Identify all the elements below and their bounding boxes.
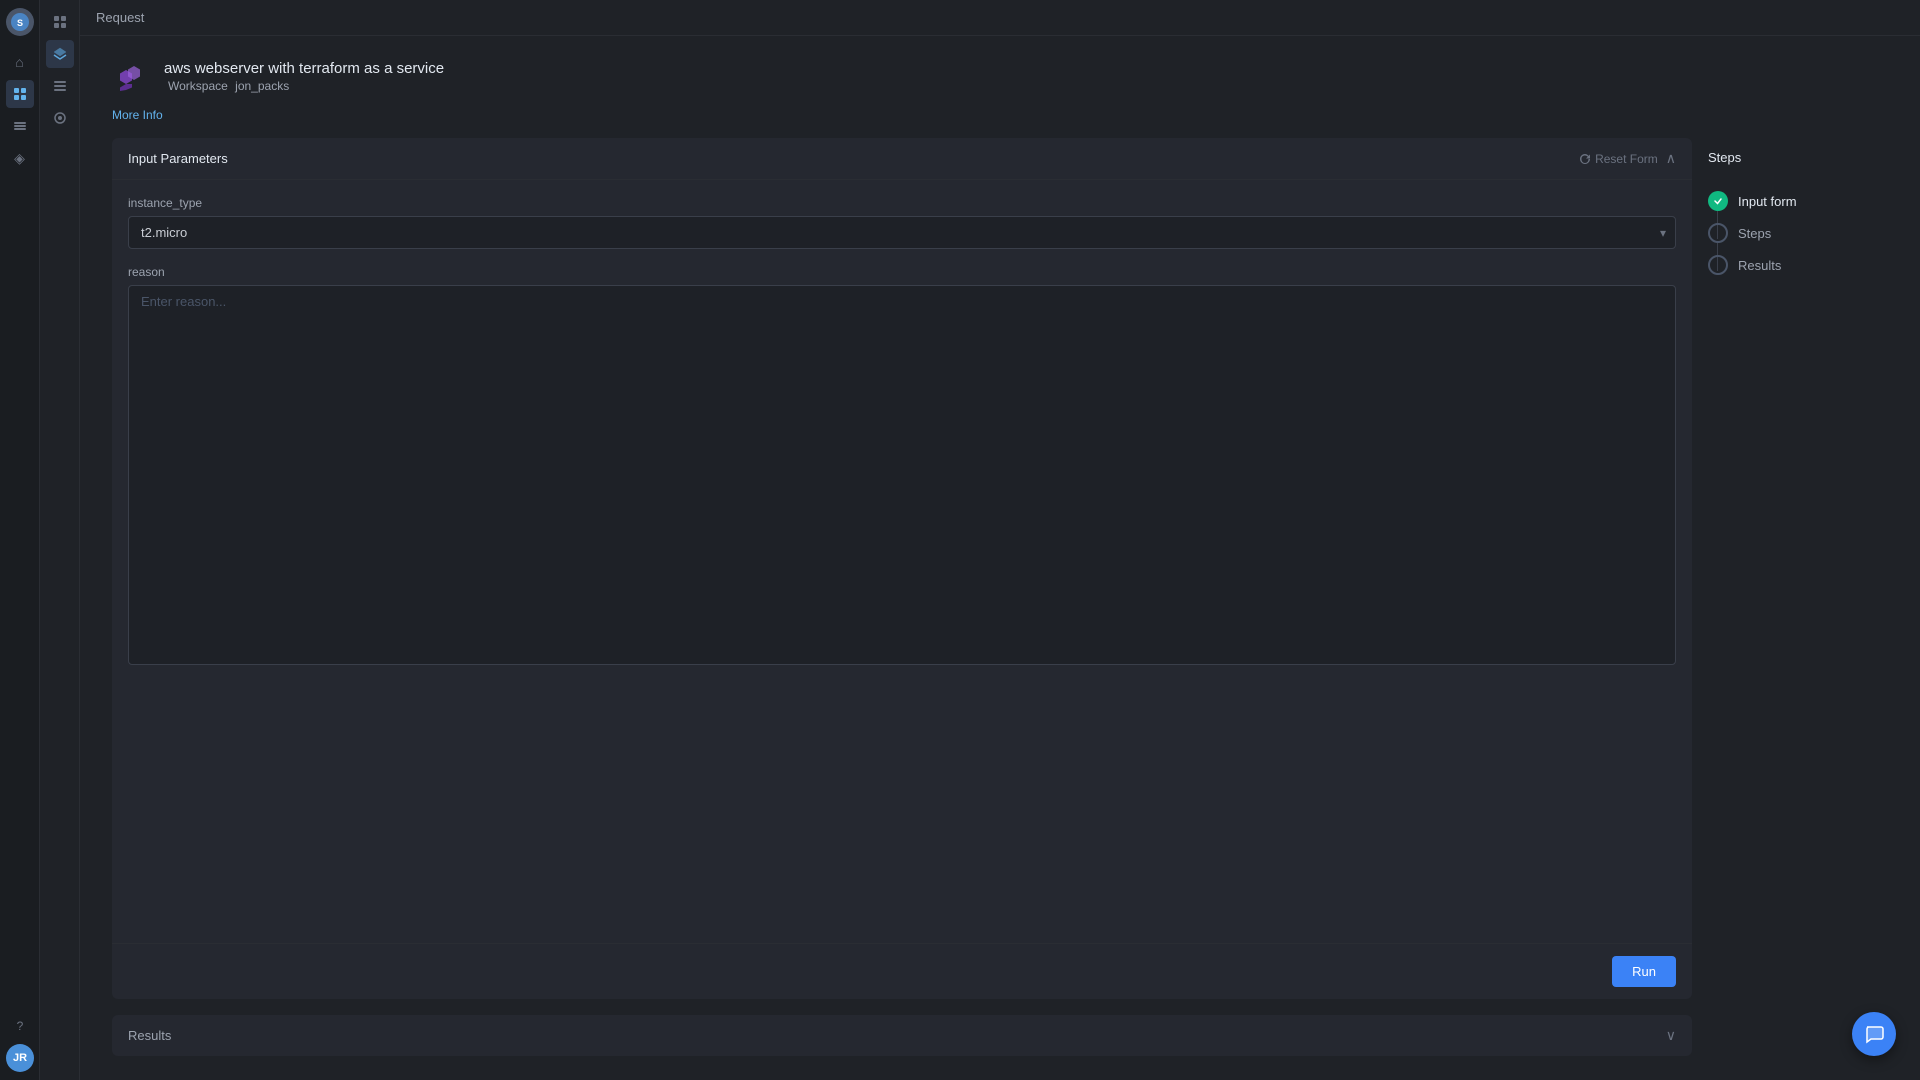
checkmark-icon — [1713, 196, 1723, 206]
results-chevron-icon: ∨ — [1666, 1027, 1676, 1044]
nav-bookmark-icon[interactable]: ◈ — [6, 144, 34, 172]
reason-label: reason — [128, 265, 1676, 279]
step-circle-completed — [1708, 191, 1728, 211]
results-title: Results — [128, 1028, 171, 1043]
service-name: aws webserver with terraform as a servic… — [164, 60, 444, 77]
instance-type-field: instance_type t2.micro t2.small t2.mediu… — [128, 196, 1676, 249]
step-label-results: Results — [1738, 258, 1781, 273]
input-panel-body: instance_type t2.micro t2.small t2.mediu… — [112, 180, 1692, 943]
instance-type-select[interactable]: t2.micro t2.small t2.medium t3.micro t3.… — [128, 216, 1676, 249]
run-button[interactable]: Run — [1612, 956, 1676, 987]
topbar: Request — [80, 0, 1920, 36]
steps-panel: Steps Input form Steps Results — [1708, 138, 1888, 1056]
step-circle-results — [1708, 255, 1728, 275]
chat-icon — [1863, 1023, 1885, 1045]
help-icon[interactable]: ? — [6, 1012, 34, 1040]
step-circle-steps — [1708, 223, 1728, 243]
step-item-input-form: Input form — [1708, 185, 1888, 217]
more-info-link[interactable]: More Info — [112, 108, 1888, 122]
input-panel-footer: Run — [112, 943, 1692, 999]
results-section[interactable]: Results ∨ — [112, 1015, 1692, 1056]
step-item-results: Results — [1708, 249, 1888, 281]
svg-text:S: S — [16, 18, 22, 28]
service-workspace: Workspace jon_packs — [164, 79, 444, 93]
input-panel-header: Input Parameters Reset Form ∧ — [112, 138, 1692, 180]
instance-type-select-wrapper: t2.micro t2.small t2.medium t3.micro t3.… — [128, 216, 1676, 249]
collapse-button[interactable]: ∧ — [1666, 150, 1676, 167]
input-panel-title: Input Parameters — [128, 151, 228, 166]
reason-field: reason — [128, 265, 1676, 668]
step-label-steps: Steps — [1738, 226, 1771, 241]
sidebar-list-icon[interactable] — [46, 72, 74, 100]
service-header: aws webserver with terraform as a servic… — [112, 60, 1888, 96]
input-parameters-panel: Input Parameters Reset Form ∧ — [112, 138, 1692, 999]
main-area: Request aws webserver with terraform as … — [80, 0, 1920, 1080]
service-logo — [112, 60, 148, 96]
nav-grid-icon[interactable] — [6, 80, 34, 108]
sidebar-tag-icon[interactable] — [46, 104, 74, 132]
page-title: Request — [96, 10, 144, 25]
page-content: aws webserver with terraform as a servic… — [80, 36, 1920, 1080]
sidebar-grid-icon[interactable] — [46, 8, 74, 36]
chat-button[interactable] — [1852, 1012, 1896, 1056]
instance-type-label: instance_type — [128, 196, 1676, 210]
icon-rail: S ⌂ ◈ — [0, 0, 40, 1080]
step-label-input-form: Input form — [1738, 194, 1797, 209]
nav-home-icon[interactable]: ⌂ — [6, 48, 34, 76]
reason-textarea[interactable] — [128, 285, 1676, 665]
sidebar — [40, 0, 80, 1080]
step-item-steps: Steps — [1708, 217, 1888, 249]
steps-panel-header: Steps — [1708, 138, 1888, 177]
reset-icon — [1579, 153, 1591, 165]
bottom-icons: ? JR — [0, 1012, 40, 1080]
user-avatar[interactable]: JR — [6, 1044, 34, 1072]
panels-wrapper: Input Parameters Reset Form ∧ — [112, 138, 1888, 1056]
reset-form-button[interactable]: Reset Form — [1579, 152, 1658, 166]
nav-layers-icon[interactable] — [6, 112, 34, 140]
header-actions: Reset Form ∧ — [1579, 150, 1676, 167]
app-logo[interactable]: S — [6, 8, 34, 36]
service-info: aws webserver with terraform as a servic… — [164, 60, 444, 93]
sidebar-layers-icon[interactable] — [46, 40, 74, 68]
